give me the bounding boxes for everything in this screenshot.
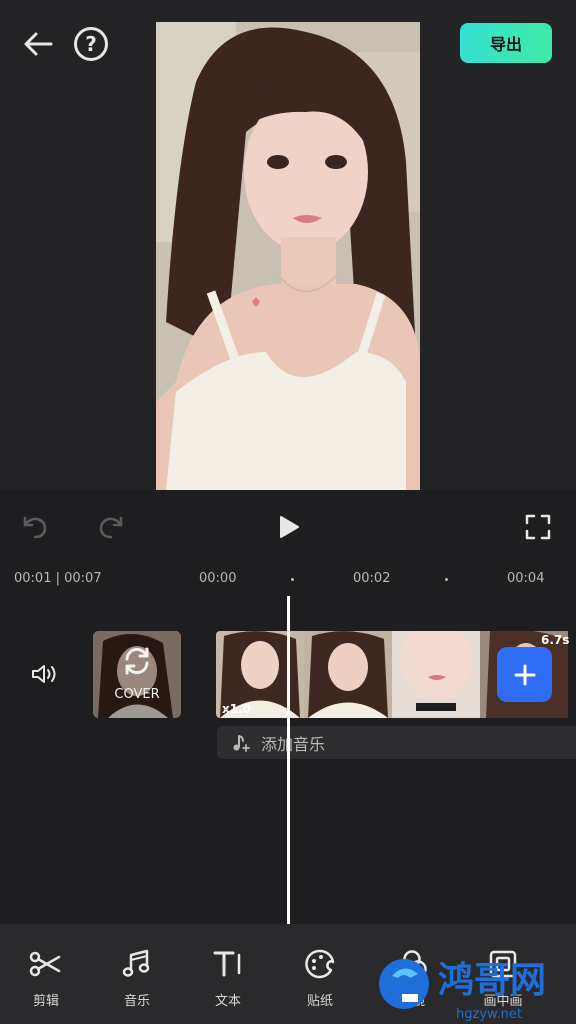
back-button[interactable] [20, 26, 56, 62]
ruler-tick-label: 00:00 [199, 571, 237, 586]
total-time: 00:07 [64, 571, 102, 586]
tool-label: 音乐 [123, 994, 150, 1009]
current-time: 00:01 [14, 571, 52, 586]
ruler-tick-label: 00:02 [353, 571, 391, 586]
arrow-left-icon [24, 32, 53, 56]
cover-label: COVER [114, 687, 160, 702]
scissors-icon [29, 951, 61, 977]
speed-badge: x1.0 [222, 702, 251, 716]
video-frame-image [156, 22, 420, 490]
tool-text[interactable]: 文本 [182, 924, 274, 1024]
svg-text:hgzyw.net: hgzyw.net [456, 1007, 522, 1022]
tool-sticker[interactable]: 贴纸 [274, 924, 366, 1024]
undo-icon [23, 516, 47, 539]
add-music-label: 添加音乐 [261, 734, 326, 754]
help-button[interactable]: ? [74, 27, 108, 61]
watermark-logo: 鸿哥网 hgzyw.net [379, 959, 546, 1022]
ruler-tick-label: 00:04 [507, 571, 545, 586]
redo-icon [99, 516, 123, 539]
music-note-icon [122, 949, 150, 977]
plus-icon [514, 664, 535, 685]
playhead[interactable] [287, 596, 290, 924]
volume-button[interactable] [27, 659, 61, 689]
add-clip-button[interactable] [497, 647, 552, 702]
music-add-icon [233, 734, 250, 752]
ruler-dot [291, 578, 294, 581]
text-icon [213, 951, 241, 977]
time-indicator: 00:01 | 00:07 [14, 571, 102, 586]
tool-label: 剪辑 [32, 994, 59, 1009]
tool-label: 文本 [214, 994, 241, 1009]
cover-button[interactable]: COVER [93, 631, 181, 718]
duration-badge: 6.7s [541, 633, 570, 647]
clip-thumbnail [304, 631, 392, 718]
watermark: 鸿哥网 hgzyw.net [372, 950, 576, 1024]
tool-music[interactable]: 音乐 [91, 924, 183, 1024]
redo-button[interactable] [94, 510, 128, 544]
svg-text:鸿哥网: 鸿哥网 [438, 960, 546, 1001]
add-music-track[interactable]: 添加音乐 [217, 726, 576, 759]
play-button[interactable] [272, 510, 306, 544]
fullscreen-icon [525, 514, 551, 540]
time-separator: | [55, 571, 65, 586]
speaker-icon [32, 665, 56, 683]
ruler-dot [445, 578, 448, 581]
play-icon [280, 516, 299, 538]
clip-thumbnail [392, 631, 480, 718]
sticker-icon [305, 949, 335, 979]
fullscreen-button[interactable] [521, 510, 555, 544]
video-preview[interactable] [156, 22, 420, 490]
tool-label: 贴纸 [306, 994, 333, 1009]
tool-cut[interactable]: 剪辑 [0, 924, 92, 1024]
question-mark-icon: ? [85, 32, 97, 56]
export-button[interactable]: 导出 [460, 23, 552, 63]
undo-button[interactable] [18, 510, 52, 544]
refresh-icon [125, 647, 149, 675]
